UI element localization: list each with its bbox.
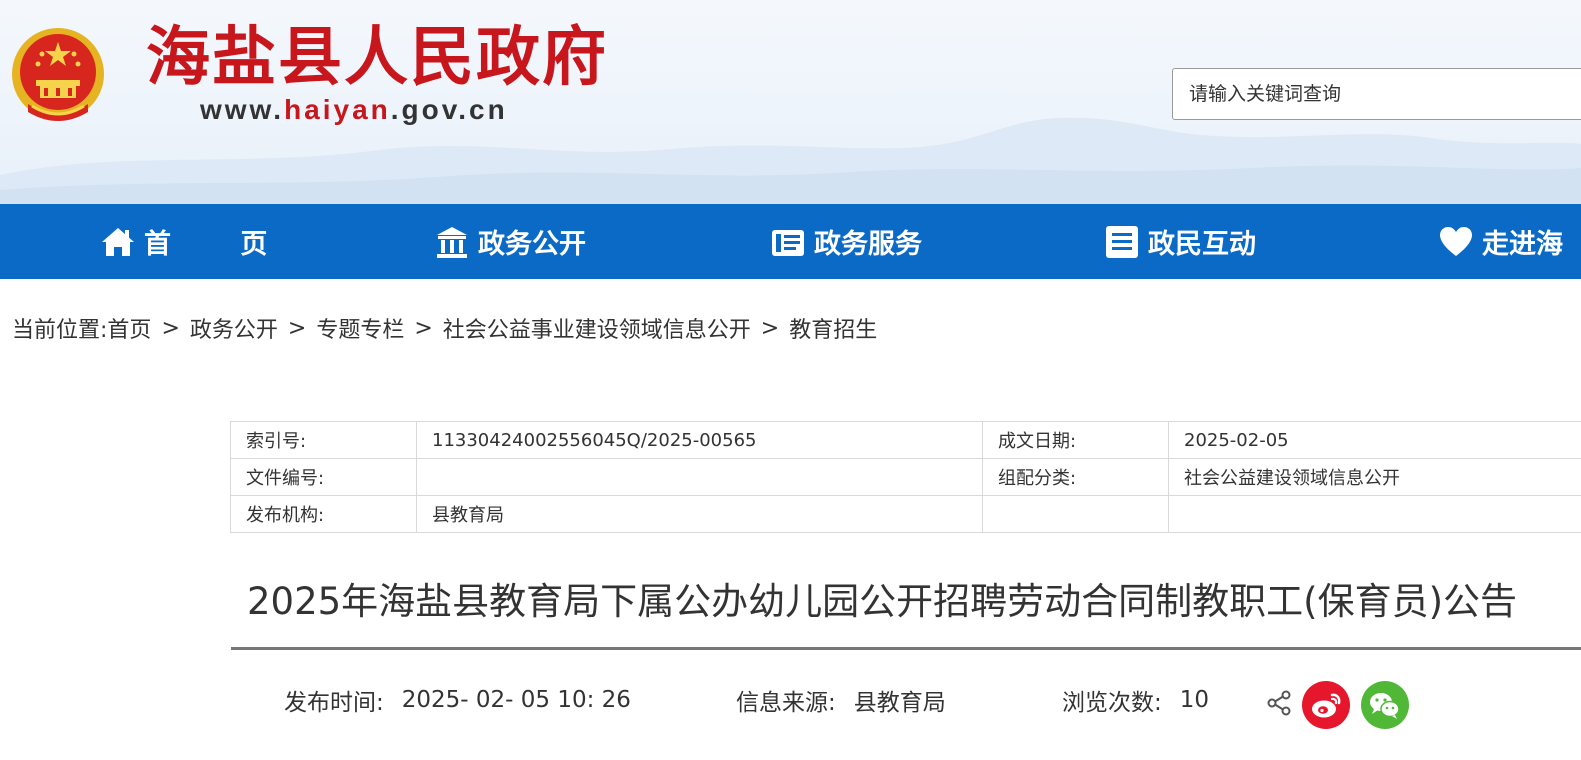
list-document-icon xyxy=(1104,224,1140,260)
nav-item-government-affairs[interactable]: 政务公开 xyxy=(434,204,586,279)
nav-item-public-interaction[interactable]: 政民互动 xyxy=(1104,204,1256,279)
heart-icon xyxy=(1438,224,1474,260)
meta-value-publisher: 县教育局 xyxy=(416,495,983,533)
breadcrumb-special-topics[interactable]: 专题专栏 xyxy=(316,312,404,344)
document-meta-table: 索引号: 11330424002556045Q/2025-00565 成文日期:… xyxy=(230,421,1581,533)
wechat-share-button[interactable] xyxy=(1361,681,1409,729)
service-document-icon xyxy=(770,224,806,260)
site-header: 海盐县人民政府 www.haiyan.gov.cn xyxy=(0,0,1581,204)
nav-item-home[interactable]: 首 页 xyxy=(100,204,297,279)
view-count: 浏览次数: 10 xyxy=(1062,680,1209,720)
source-value: 县教育局 xyxy=(853,690,946,716)
wechat-icon xyxy=(1361,681,1409,729)
meta-empty-cell xyxy=(982,495,1169,533)
meta-label-file-number: 文件编号: xyxy=(230,458,417,496)
meta-label-date: 成文日期: xyxy=(982,421,1169,459)
site-url-prefix: www. xyxy=(200,94,285,125)
home-icon xyxy=(100,224,136,260)
views-value: 10 xyxy=(1179,687,1210,713)
article-title: 2025年海盐县教育局下属公办幼儿园公开招聘劳动合同制教职工(保育员)公告 xyxy=(247,580,1518,623)
breadcrumb-prefix: 当前位置: xyxy=(12,318,108,343)
nav-item-government-services[interactable]: 政务服务 xyxy=(770,204,922,279)
breadcrumb-separator: > xyxy=(760,315,780,341)
breadcrumb-separator: > xyxy=(161,315,180,341)
weibo-share-button[interactable] xyxy=(1302,681,1350,729)
meta-label-category: 组配分类: xyxy=(982,458,1169,496)
breadcrumb-public-welfare[interactable]: 社会公益事业建设领域信息公开 xyxy=(443,312,751,344)
site-url: www.haiyan.gov.cn xyxy=(200,92,508,128)
nav-item-label: 首 页 xyxy=(144,229,298,260)
main-nav: 首 页 政务公开 政务服务 政民互动 走进海 xyxy=(0,204,1581,279)
table-row: 发布机构: 县教育局 xyxy=(230,495,1581,533)
search-input[interactable] xyxy=(1172,68,1581,120)
breadcrumb-separator: > xyxy=(414,315,433,341)
breadcrumb: 当前位置: 首页 > 政务公开 > 专题专栏 > 社会公益事业建设领域信息公开 … xyxy=(12,308,877,348)
publish-time-value: 2025- 02- 05 10: 26 xyxy=(401,687,631,713)
nav-item-label: 政务服务 xyxy=(814,229,922,260)
table-row: 索引号: 11330424002556045Q/2025-00565 成文日期:… xyxy=(230,421,1581,459)
site-url-suffix: .gov.cn xyxy=(390,94,508,125)
meta-empty-cell xyxy=(1168,495,1581,533)
source-label: 信息来源: xyxy=(736,690,836,716)
breadcrumb-separator: > xyxy=(287,315,307,341)
meta-label-publisher: 发布机构: xyxy=(230,495,417,533)
title-divider xyxy=(231,647,1581,650)
share-icon[interactable] xyxy=(1266,690,1292,716)
meta-value-file-number xyxy=(416,458,983,496)
weibo-icon xyxy=(1302,681,1350,729)
publish-time: 发布时间: 2025- 02- 05 10: 26 xyxy=(284,680,631,720)
national-emblem-icon xyxy=(10,24,106,128)
meta-label-index: 索引号: xyxy=(230,421,417,459)
views-label: 浏览次数: xyxy=(1062,690,1162,716)
nav-item-label: 走进海 xyxy=(1482,229,1563,260)
breadcrumb-government-affairs[interactable]: 政务公开 xyxy=(190,312,278,344)
nav-item-label: 政民互动 xyxy=(1148,229,1256,260)
info-source: 信息来源: 县教育局 xyxy=(736,680,946,720)
meta-value-category: 社会公益建设领域信息公开 xyxy=(1168,458,1581,496)
table-row: 文件编号: 组配分类: 社会公益建设领域信息公开 xyxy=(230,458,1581,496)
breadcrumb-home[interactable]: 首页 xyxy=(107,312,151,344)
meta-value-index: 11330424002556045Q/2025-00565 xyxy=(416,421,983,459)
breadcrumb-education-enrollment[interactable]: 教育招生 xyxy=(789,312,877,344)
government-building-icon xyxy=(434,224,470,260)
nav-item-label: 政务公开 xyxy=(478,229,586,260)
publish-time-label: 发布时间: xyxy=(284,690,384,716)
meta-value-date: 2025-02-05 xyxy=(1168,421,1581,459)
site-url-highlight: haiyan xyxy=(284,94,391,125)
nav-item-about-haiyan[interactable]: 走进海 xyxy=(1438,204,1563,279)
site-title: 海盐县人民政府 xyxy=(146,20,608,95)
